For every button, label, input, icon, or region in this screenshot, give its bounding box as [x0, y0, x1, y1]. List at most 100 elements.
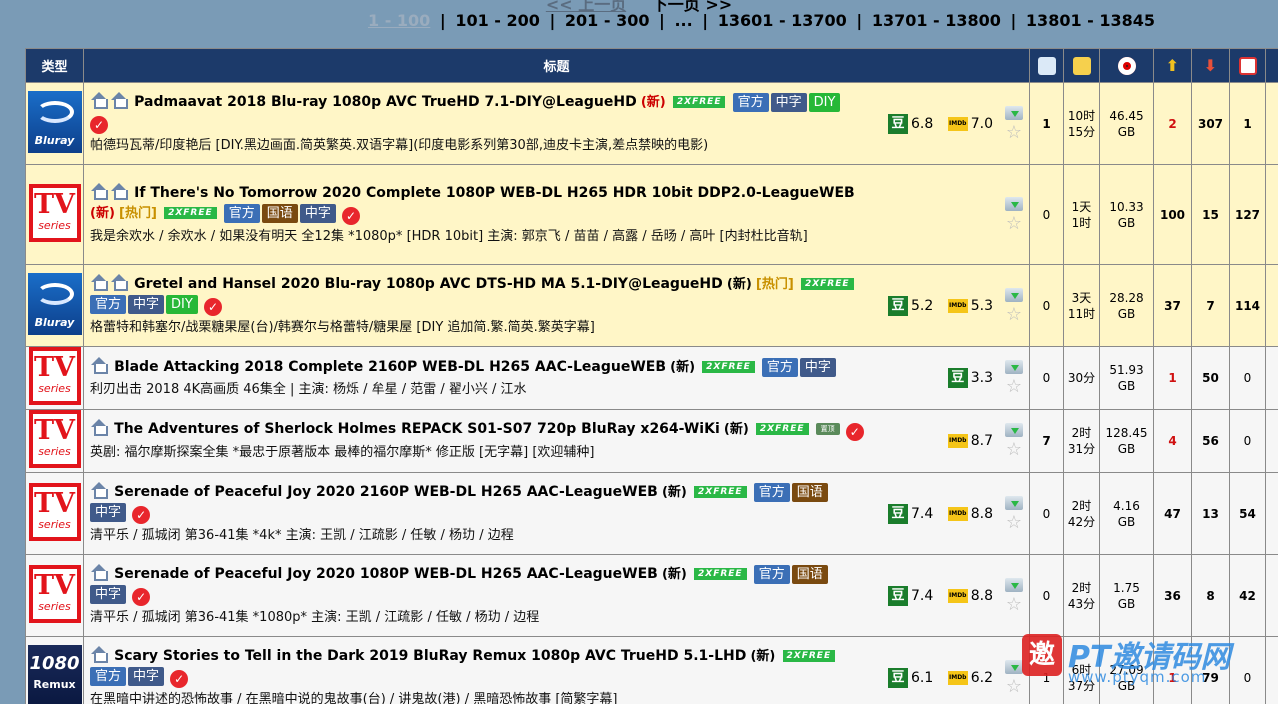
home-icon[interactable] [90, 182, 108, 200]
bookmark-star-icon[interactable]: ☆ [1003, 123, 1025, 142]
torrent-title-link[interactable]: Blade Attacking 2018 Complete 2160P WEB-… [114, 359, 666, 375]
imdb-score: 8.8 [970, 505, 993, 522]
home-icon[interactable] [90, 419, 108, 436]
category-tv-series[interactable]: TV series [28, 482, 81, 541]
torrent-size: 4.16 GB [1099, 472, 1154, 555]
page-link[interactable]: 13701 - 13800 [872, 11, 1001, 30]
leechers-count[interactable]: 56 [1191, 409, 1230, 473]
column-seeders[interactable]: ⬆ [1153, 48, 1192, 83]
column-completed[interactable] [1229, 48, 1266, 83]
douban-icon: 豆 [888, 503, 909, 524]
home-icon[interactable] [90, 563, 108, 581]
home-icon[interactable] [110, 91, 128, 109]
comments-count[interactable]: 0 [1029, 346, 1064, 410]
home-icon[interactable] [90, 645, 108, 663]
leechers-count[interactable]: 307 [1191, 82, 1230, 165]
comments-count[interactable]: 0 [1029, 264, 1064, 347]
download-icon[interactable] [1005, 423, 1023, 437]
comments-count[interactable]: 0 [1029, 472, 1064, 555]
torrent-title-link[interactable]: Scary Stories to Tell in the Dark 2019 B… [114, 648, 746, 664]
column-comments[interactable] [1029, 48, 1064, 83]
home-icon[interactable] [110, 273, 128, 291]
download-icon[interactable] [1005, 659, 1023, 674]
torrent-title-link[interactable]: Gretel and Hansel 2020 Blu-ray 1080p AVC… [134, 276, 723, 292]
category-bluray[interactable]: Bluray [27, 272, 82, 335]
comments-count[interactable]: 7 [1029, 409, 1064, 473]
douban-score: 6.1 [911, 669, 934, 686]
torrent-title-link[interactable]: Serenade of Peaceful Joy 2020 2160P WEB-… [114, 484, 658, 500]
category-1080p-remux[interactable]: 1080 Remux [27, 644, 82, 704]
home-icon[interactable] [110, 182, 128, 200]
leechers-count[interactable]: 7 [1191, 264, 1230, 347]
category-tv-series[interactable]: TV series [28, 410, 81, 468]
watermark-url: www.ptyqm.com [1068, 668, 1207, 686]
seeders-count[interactable]: 37 [1153, 264, 1192, 347]
tag-chinese-sub: 中字 [90, 502, 127, 522]
leechers-count[interactable]: 8 [1191, 554, 1230, 637]
bookmark-star-icon[interactable]: ☆ [1003, 378, 1025, 396]
page-link[interactable]: 101 - 200 [455, 11, 540, 30]
page-link[interactable]: 13801 - 13845 [1026, 11, 1155, 30]
torrent-title-link[interactable]: Padmaavat 2018 Blu-ray 1080p AVC TrueHD … [134, 94, 637, 110]
category-tv-series[interactable]: TV series [28, 564, 81, 623]
douban-score: 5.2 [911, 297, 934, 314]
completed-count[interactable]: 0 [1229, 409, 1266, 473]
tag-official: 官方 [90, 666, 127, 686]
download-icon[interactable] [1005, 196, 1023, 211]
home-icon[interactable] [90, 481, 108, 499]
leechers-count[interactable]: 15 [1191, 164, 1230, 265]
douban-score: 7.4 [911, 587, 934, 604]
bookmark-star-icon[interactable]: ☆ [1003, 441, 1025, 459]
completed-count[interactable]: 114 [1229, 264, 1266, 347]
category-tv-series[interactable]: TV series [28, 347, 81, 405]
bookmark-star-icon[interactable]: ☆ [1003, 595, 1025, 614]
new-badge: (新) [661, 566, 687, 582]
page-link[interactable]: 201 - 300 [565, 11, 650, 30]
download-icon[interactable] [1005, 105, 1023, 120]
torrent-title-link[interactable]: Serenade of Peaceful Joy 2020 1080P WEB-… [114, 566, 658, 582]
completed-count[interactable]: 54 [1229, 472, 1266, 555]
seeders-count[interactable]: 4 [1153, 409, 1192, 473]
completed-count[interactable]: 42 [1229, 554, 1266, 637]
torrent-size: 51.93 GB [1099, 346, 1154, 410]
column-time[interactable] [1063, 48, 1100, 83]
column-leechers[interactable]: ⬇ [1191, 48, 1230, 83]
clock-icon [1072, 56, 1091, 75]
completed-count[interactable]: 1 [1229, 82, 1266, 165]
download-icon[interactable] [1005, 287, 1023, 302]
seeders-count[interactable]: 36 [1153, 554, 1192, 637]
home-icon[interactable] [90, 273, 108, 291]
seeders-count[interactable]: 100 [1153, 164, 1192, 265]
column-type[interactable]: 类型 [25, 48, 84, 83]
category-bluray[interactable]: Bluray [27, 90, 82, 153]
completed-count[interactable]: 0 [1229, 346, 1266, 410]
download-icon[interactable] [1005, 360, 1023, 374]
completed-count[interactable]: 127 [1229, 164, 1266, 265]
torrent-subtitle: 在黑暗中讲述的恐怖故事 / 在黑暗中说的鬼故事(台) / 讲鬼故(港) / 黑暗… [90, 691, 618, 704]
bookmark-star-icon[interactable]: ☆ [1003, 214, 1025, 233]
comments-count[interactable]: 0 [1029, 164, 1064, 265]
bookmark-star-icon[interactable]: ☆ [1003, 513, 1025, 532]
column-size[interactable] [1099, 48, 1154, 83]
seeders-count[interactable]: 47 [1153, 472, 1192, 555]
column-more[interactable]: ⋮ [1265, 48, 1278, 83]
page-link[interactable]: 13601 - 13700 [718, 11, 847, 30]
tag-chinese-sub: 中字 [299, 203, 336, 223]
download-icon[interactable] [1005, 577, 1023, 592]
torrent-title-link[interactable]: The Adventures of Sherlock Holmes REPACK… [114, 421, 720, 437]
home-icon[interactable] [90, 356, 108, 374]
ratings: IMDb 8.7 [938, 433, 993, 449]
download-icon[interactable] [1005, 495, 1023, 510]
category-tv-series[interactable]: TV series [28, 183, 81, 242]
comments-count[interactable]: 1 [1029, 82, 1064, 165]
seeders-count[interactable]: 2 [1153, 82, 1192, 165]
douban-score: 3.3 [970, 370, 993, 386]
comments-count[interactable]: 0 [1029, 554, 1064, 637]
leechers-count[interactable]: 13 [1191, 472, 1230, 555]
column-title[interactable]: 标题 [83, 48, 1030, 83]
home-icon[interactable] [90, 91, 108, 109]
leechers-count[interactable]: 50 [1191, 346, 1230, 410]
bookmark-star-icon[interactable]: ☆ [1003, 305, 1025, 324]
seeders-count[interactable]: 1 [1153, 346, 1192, 410]
torrent-title-link[interactable]: If There's No Tomorrow 2020 Complete 108… [134, 185, 855, 201]
